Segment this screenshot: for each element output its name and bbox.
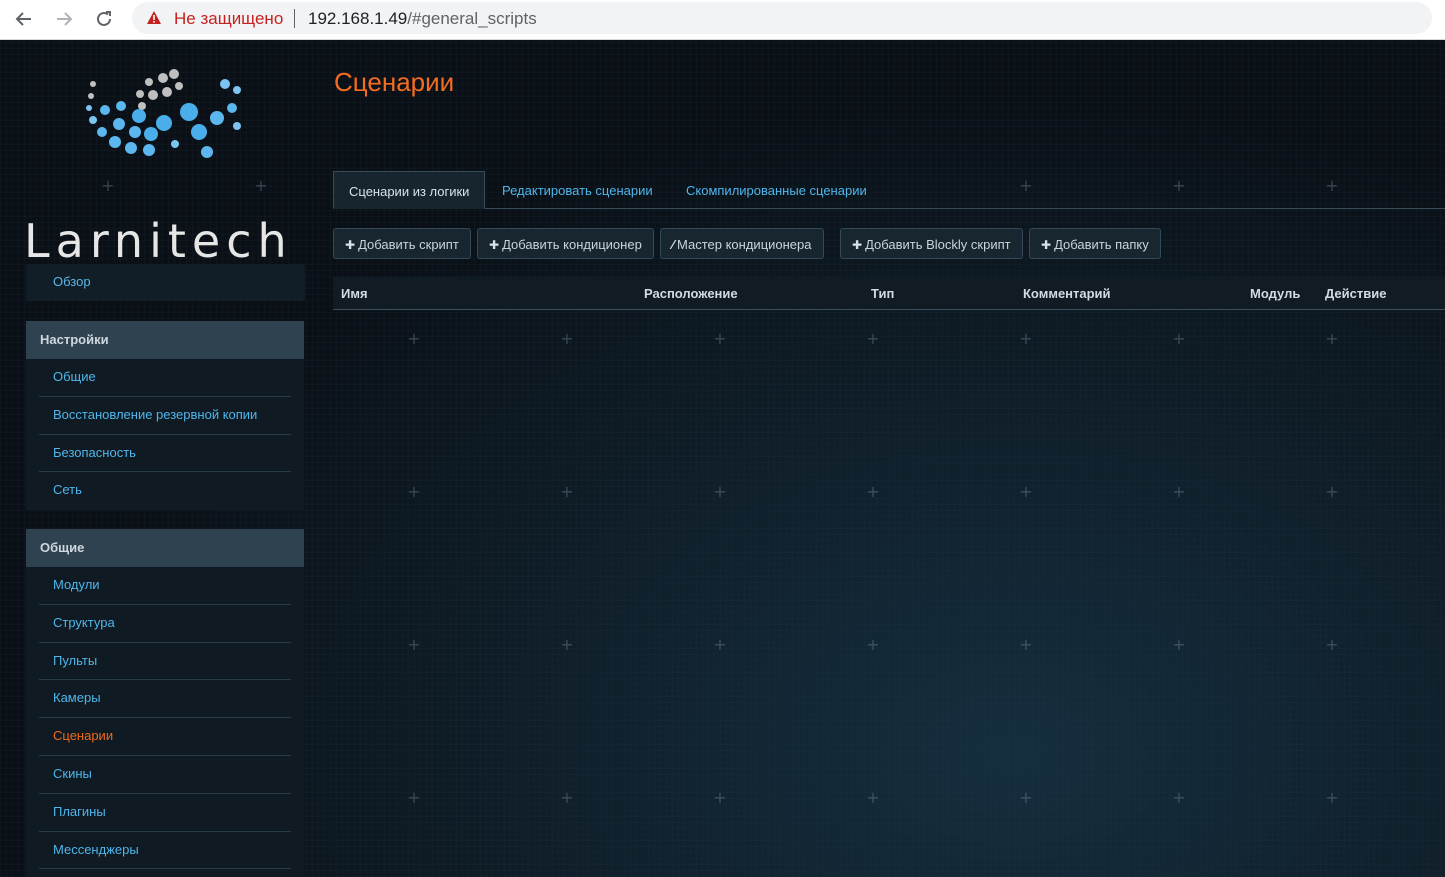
logo-dots-icon — [86, 69, 241, 158]
sidebar-item-modules[interactable]: Модули — [39, 567, 291, 605]
button-label: Добавить кондиционер — [502, 237, 642, 252]
background-cross: + — [1172, 635, 1186, 654]
button-label: Добавить скрипт — [358, 237, 459, 252]
background-cross: + — [1325, 329, 1339, 348]
background-cross: + — [1019, 635, 1033, 654]
background-cross: + — [560, 482, 574, 501]
sidebar-item-skins[interactable]: Скины — [39, 756, 291, 794]
back-button[interactable] — [10, 6, 38, 32]
app-root: + + + + + + + + + + + + + + + + + + + + + + + + + + + + + + + + + Larnit… — [0, 41, 1445, 877]
background-cross: + — [407, 482, 421, 501]
background-cross: + — [1019, 482, 1033, 501]
background-cross: + — [713, 329, 727, 348]
sidebar-item-overview[interactable]: Обзор — [26, 264, 305, 301]
back-arrow-icon — [15, 12, 31, 26]
sidebar-item-label: Обзор — [53, 274, 91, 289]
background-cross: + — [1019, 176, 1033, 195]
forward-arrow-icon — [57, 12, 73, 26]
sidebar-item-cameras[interactable]: Камеры — [39, 680, 291, 719]
sidebar-item-network[interactable]: Сеть — [39, 472, 291, 510]
sidebar-settings-header[interactable]: Настройки — [26, 321, 304, 359]
sidebar-item-remotes[interactable]: Пульты — [39, 643, 291, 681]
background-cross: + — [1325, 176, 1339, 195]
column-header-type[interactable]: Тип — [871, 286, 894, 301]
sidebar-item-security[interactable]: Безопасность — [39, 435, 291, 473]
background-cross: + — [713, 788, 727, 807]
add-conditioner-button[interactable]: ✚ Добавить кондиционер — [477, 228, 654, 259]
sidebar-item-structure[interactable]: Структура — [39, 605, 291, 643]
background-cross: + — [1325, 482, 1339, 501]
background-cross: + — [866, 482, 880, 501]
background-cross: + — [1172, 482, 1186, 501]
page-title: Сценарии — [334, 67, 455, 97]
background-cross: + — [713, 482, 727, 501]
sidebar-general-header[interactable]: Общие — [26, 529, 304, 567]
background-cross: + — [713, 635, 727, 654]
reload-icon — [97, 11, 111, 26]
plus-icon: ✚ — [345, 238, 356, 252]
sidebar-item-backup-restore[interactable]: Восстановление резервной копии — [39, 397, 291, 435]
column-header-location[interactable]: Расположение — [644, 286, 738, 301]
background-cross: + — [560, 788, 574, 807]
sidebar-item-scripts[interactable]: Сценарии — [39, 718, 291, 756]
background-cross: + — [1325, 788, 1339, 807]
tab-compiled-scripts[interactable]: Скомпилированные сценарии — [671, 171, 882, 209]
column-header-action: Действие — [1325, 286, 1387, 301]
add-blockly-script-button[interactable]: ✚ Добавить Blockly скрипт — [840, 228, 1023, 259]
url-text[interactable]: 192.168.1.49/#general_scripts — [308, 9, 537, 29]
forward-button[interactable] — [50, 6, 78, 32]
background-cross: + — [560, 635, 574, 654]
add-folder-button[interactable]: ✚ Добавить папку — [1029, 228, 1161, 259]
column-header-comment[interactable]: Комментарий — [1023, 286, 1111, 301]
tab-logic-scripts[interactable]: Сценарии из логики — [333, 171, 486, 209]
reload-button[interactable] — [90, 6, 118, 32]
url-path: /#general_scripts — [407, 9, 537, 28]
background-cross: + — [866, 329, 880, 348]
button-label: Добавить Blockly скрипт — [865, 237, 1011, 252]
plus-icon: ✚ — [489, 238, 500, 252]
sidebar-item-messengers[interactable]: Мессенджеры — [39, 832, 291, 870]
column-header-module[interactable]: Модуль — [1250, 286, 1300, 301]
sidebar-item-general-settings[interactable]: Общие — [39, 359, 291, 397]
column-header-name[interactable]: Имя — [341, 286, 368, 301]
background-cross: + — [866, 788, 880, 807]
sidebar-item-plugins[interactable]: Плагины — [39, 794, 291, 832]
browser-toolbar: Не защищено 192.168.1.49/#general_script… — [0, 0, 1445, 40]
button-label: Добавить папку — [1054, 237, 1149, 252]
address-separator — [294, 9, 295, 28]
background-cross: + — [407, 329, 421, 348]
button-label: Мастер кондиционера — [677, 237, 812, 252]
background-cross: + — [560, 329, 574, 348]
background-cross: + — [866, 635, 880, 654]
background-cross: + — [1172, 329, 1186, 348]
security-status[interactable]: Не защищено — [174, 9, 283, 29]
larnitech-logo: Larnitech — [24, 66, 309, 268]
scripts-table-header: Имя Расположение Тип Комментарий Модуль … — [333, 277, 1445, 310]
background-cross: + — [1019, 788, 1033, 807]
background-cross: + — [1325, 635, 1339, 654]
logo-text: Larnitech — [24, 214, 293, 268]
magic-wand-icon: ⁄ — [672, 238, 675, 252]
plus-icon: ✚ — [852, 238, 863, 252]
conditioner-wizard-button[interactable]: ⁄ Мастер кондиционера — [660, 228, 824, 259]
warning-icon — [147, 11, 161, 24]
address-bar[interactable]: Не защищено 192.168.1.49/#general_script… — [132, 2, 1432, 34]
tab-edit-scripts[interactable]: Редактировать сценарии — [487, 171, 668, 209]
url-host: 192.168.1.49 — [308, 9, 408, 28]
background-cross: + — [407, 788, 421, 807]
add-script-button[interactable]: ✚ Добавить скрипт — [333, 228, 471, 259]
background-cross: + — [1019, 329, 1033, 348]
background-cross: + — [1172, 788, 1186, 807]
sidebar-settings-panel: Настройки Общие Восстановление резервной… — [26, 321, 304, 511]
plus-icon: ✚ — [1041, 238, 1052, 252]
sidebar-general-panel: Общие Модули Структура Пульты Камеры Сце… — [26, 529, 304, 877]
background-cross: + — [407, 635, 421, 654]
background-cross: + — [1172, 176, 1186, 195]
